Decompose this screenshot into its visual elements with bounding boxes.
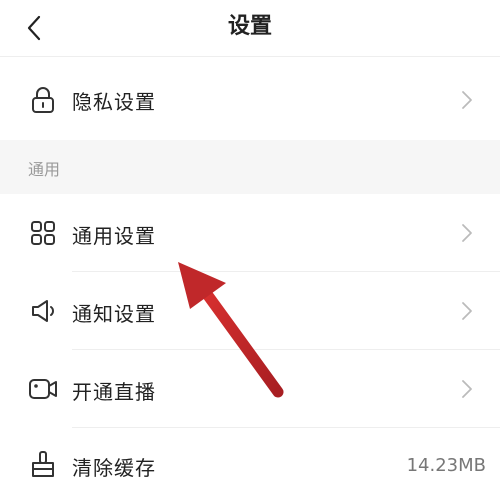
- back-button[interactable]: [14, 8, 54, 48]
- clear-cache-row[interactable]: 清除缓存 14.23MB: [0, 428, 500, 500]
- notification-settings-label: 通知设置: [72, 302, 156, 326]
- grid-icon: [28, 218, 58, 248]
- chevron-left-icon: [27, 15, 41, 41]
- privacy-settings-row[interactable]: 隐私设置: [0, 60, 500, 140]
- general-settings-row[interactable]: 通用设置: [0, 194, 500, 272]
- chevron-right-icon: [462, 302, 472, 320]
- video-camera-icon: [28, 374, 58, 404]
- chevron-right-icon: [462, 380, 472, 398]
- privacy-settings-label: 隐私设置: [72, 90, 156, 114]
- section-header-general: 通用: [0, 140, 500, 194]
- open-live-label: 开通直播: [72, 380, 156, 404]
- page-title: 设置: [227, 14, 272, 39]
- clear-cache-label: 清除缓存: [72, 456, 156, 480]
- general-settings-label: 通用设置: [72, 224, 156, 248]
- notification-settings-row[interactable]: 通知设置: [0, 272, 500, 350]
- section-title: 通用: [28, 160, 61, 179]
- lock-icon: [28, 85, 58, 115]
- settings-screen: 设置 隐私设置 通用 通用设置 通知设置 开通直播 清除缓存 14.23MB: [0, 0, 500, 500]
- top-bar: 设置: [0, 0, 500, 57]
- broom-icon: [28, 450, 58, 480]
- cache-size-value: 14.23MB: [406, 455, 486, 476]
- chevron-right-icon: [462, 91, 472, 109]
- speaker-icon: [28, 296, 58, 326]
- open-live-row[interactable]: 开通直播: [0, 350, 500, 428]
- chevron-right-icon: [462, 224, 472, 242]
